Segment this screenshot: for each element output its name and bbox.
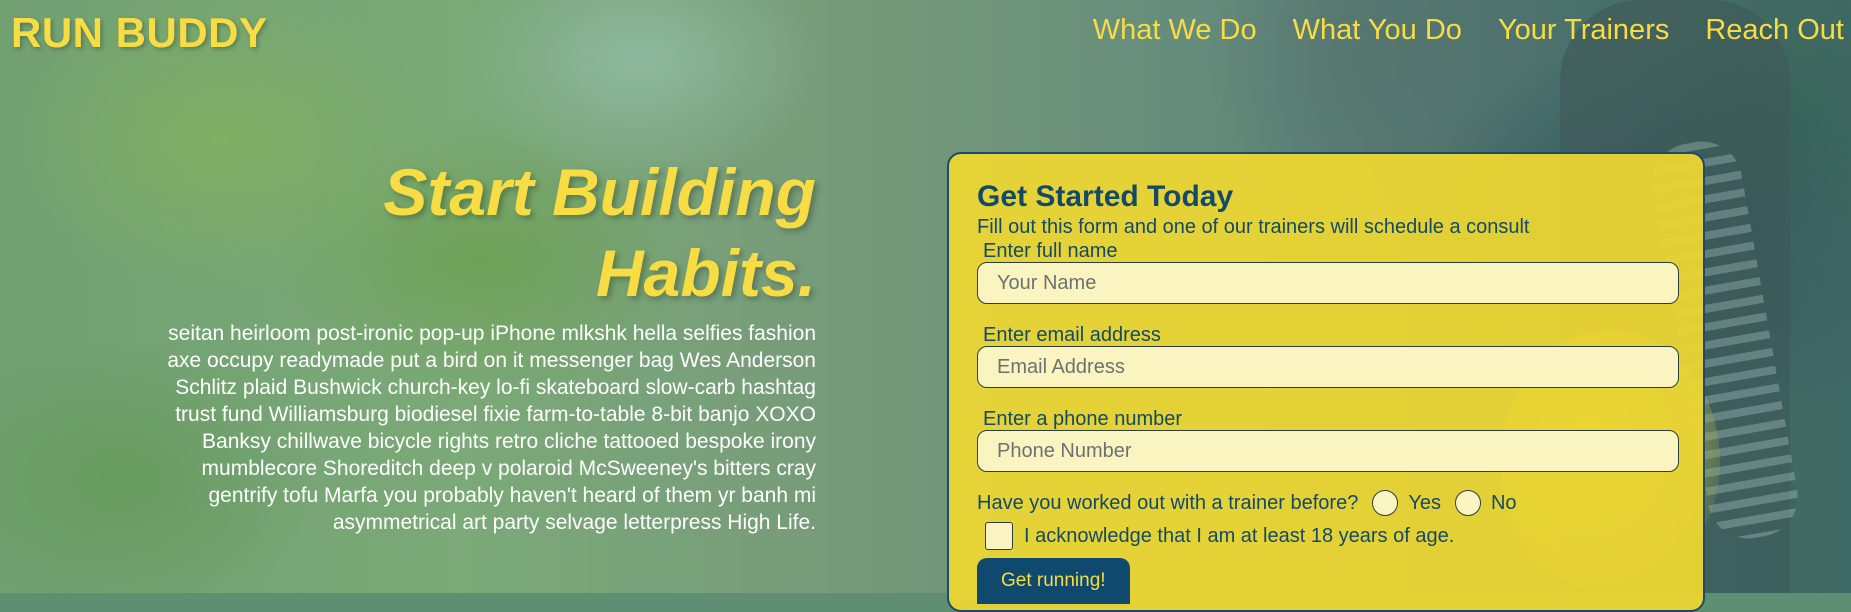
nav-link-what-we-do[interactable]: What We Do [1093, 14, 1257, 47]
email-input[interactable] [977, 346, 1679, 388]
hero-title: Start Building Habits. [140, 152, 816, 314]
radio-no-label: No [1490, 491, 1517, 514]
nav-link-reach-out[interactable]: Reach Out [1705, 14, 1844, 47]
name-label: Enter full name [983, 240, 1118, 262]
nav-link-what-you-do[interactable]: What You Do [1293, 14, 1462, 47]
signup-form-card: Get Started Today Fill out this form and… [947, 152, 1705, 612]
radio-no[interactable] [1454, 490, 1481, 516]
phone-label: Enter a phone number [983, 408, 1183, 430]
hero-title-line1: Start Building [383, 155, 816, 229]
form-subtitle: Fill out this form and one of our traine… [977, 216, 1530, 238]
radio-yes-label: Yes [1408, 491, 1441, 514]
main-nav: What We Do What You Do Your Trainers Rea… [1093, 14, 1844, 47]
hero-title-line2: Habits. [595, 236, 816, 310]
age-ack-checkbox[interactable] [985, 522, 1013, 550]
age-ack-row: I acknowledge that I am at least 18 year… [985, 522, 1454, 550]
site-header: RUN BUDDY What We Do What You Do Your Tr… [0, 0, 1851, 70]
radio-yes[interactable] [1372, 490, 1399, 516]
trainer-question: Have you worked out with a trainer befor… [977, 491, 1359, 514]
email-label: Enter email address [983, 324, 1161, 346]
nav-link-your-trainers[interactable]: Your Trainers [1498, 14, 1669, 47]
hero-description: seitan heirloom post-ironic pop-up iPhon… [167, 322, 816, 534]
site-logo[interactable]: RUN BUDDY [11, 9, 268, 57]
phone-input[interactable] [977, 430, 1679, 472]
form-title: Get Started Today [977, 180, 1234, 213]
name-input[interactable] [977, 262, 1679, 304]
age-ack-label: I acknowledge that I am at least 18 year… [1024, 524, 1455, 547]
get-running-button[interactable]: Get running! [977, 558, 1130, 604]
trainer-question-row: Have you worked out with a trainer befor… [977, 490, 1517, 516]
hero-text: Start Building Habits. seitan heirloom p… [140, 152, 816, 536]
